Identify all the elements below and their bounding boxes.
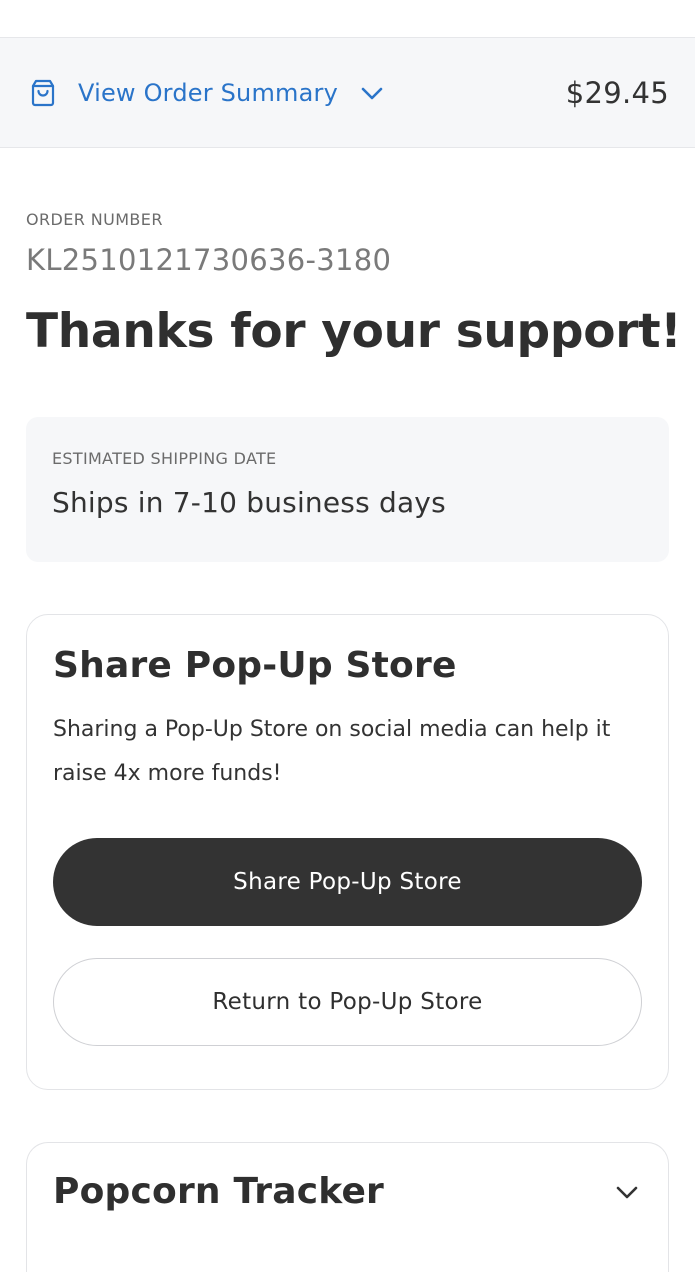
order-total: $29.45	[565, 75, 669, 110]
chevron-down-icon	[358, 79, 386, 107]
page-title: Thanks for your support!	[26, 304, 682, 359]
popcorn-tracker-card[interactable]: Popcorn Tracker	[26, 1142, 669, 1273]
share-card-description: Sharing a Pop-Up Store on social media c…	[53, 717, 611, 787]
return-to-store-button[interactable]: Return to Pop-Up Store	[53, 958, 642, 1047]
share-card-title: Share Pop-Up Store	[53, 645, 457, 687]
main-content: ORDER NUMBER KL2510121730636-3180 Thanks…	[0, 210, 695, 1273]
order-number-value: KL2510121730636-3180	[26, 243, 392, 277]
view-order-summary-toggle[interactable]: View Order Summary	[28, 78, 386, 108]
share-store-button[interactable]: Share Pop-Up Store	[53, 838, 642, 927]
shipping-date-label: ESTIMATED SHIPPING DATE	[52, 449, 277, 469]
popcorn-tracker-title: Popcorn Tracker	[53, 1171, 385, 1213]
shopping-bag-icon	[28, 78, 58, 108]
order-summary-bar: View Order Summary $29.45	[0, 38, 695, 148]
chevron-down-icon[interactable]	[612, 1177, 642, 1207]
order-number-label: ORDER NUMBER	[26, 210, 163, 229]
shipping-estimate-box: ESTIMATED SHIPPING DATE Ships in 7-10 bu…	[26, 417, 669, 563]
status-area	[0, 0, 695, 38]
view-order-summary-label: View Order Summary	[78, 78, 338, 107]
share-store-card: Share Pop-Up Store Sharing a Pop-Up Stor…	[26, 614, 669, 1091]
shipping-date-value: Ships in 7-10 business days	[52, 486, 446, 520]
